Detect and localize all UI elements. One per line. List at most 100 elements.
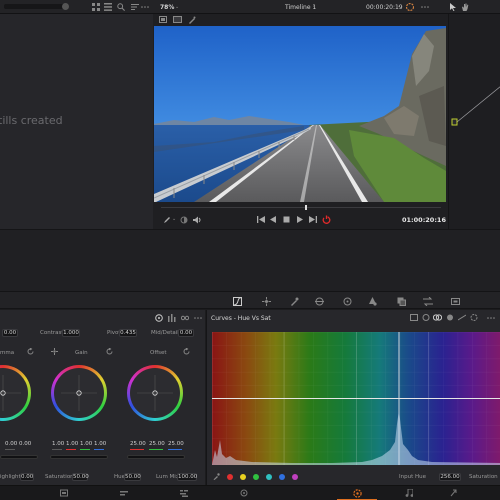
prev-frame-icon[interactable] [270,216,277,223]
color-wheel-icon[interactable] [406,3,414,11]
pen-chevron-icon[interactable]: ⌄ [172,216,176,222]
hue-sat-graph[interactable] [212,332,500,465]
gamma-wheel[interactable] [0,365,31,421]
hue-dot-cyan[interactable] [266,474,272,480]
more-icon[interactable] [421,3,429,11]
offset-value-b[interactable]: 25.00 [168,441,184,447]
chevron-down-icon[interactable]: ⌄ [175,4,179,10]
reset-gain-icon[interactable] [106,348,113,355]
hue-dot-green[interactable] [253,474,259,480]
warper-icon[interactable] [262,297,271,306]
wheels-more-icon[interactable] [194,314,202,322]
deliver-icon[interactable] [450,489,458,497]
qualifier-icon[interactable] [290,297,299,306]
clip-slider[interactable] [4,4,64,9]
temp-value[interactable]: 0.00 [2,329,18,337]
sizing-icon[interactable] [423,297,433,306]
gain-value-g[interactable]: 1.00 [80,441,92,447]
lum-mix-value[interactable]: 100.00 [177,473,197,481]
grid-view-icon[interactable] [92,3,100,11]
offset-value-g[interactable]: 25.00 [149,441,165,447]
curve-huesat-icon[interactable] [433,314,442,321]
playhead[interactable] [305,205,307,210]
curve-satsat-icon[interactable] [470,314,478,321]
fusion-icon[interactable] [240,489,248,497]
gain-value-y[interactable]: 1.00 [52,441,64,447]
key-icon[interactable] [397,297,406,306]
window-icon[interactable] [315,297,324,306]
offset-value-r[interactable]: 25.00 [130,441,146,447]
loop-icon[interactable] [322,215,331,224]
input-hue-label: Input Hue [399,474,426,480]
gain-value-b[interactable]: 1.00 [94,441,106,447]
search-icon[interactable] [117,3,125,11]
highlights-value[interactable]: 0.00 [20,473,34,481]
node-editor[interactable] [448,14,500,229]
pointer-icon[interactable] [449,3,457,11]
gain-master-slider[interactable] [50,455,108,459]
brightness-icon[interactable] [180,216,188,224]
tracker-icon[interactable] [343,297,352,306]
timeline-chevron-icon[interactable]: ⌄ [312,3,316,9]
pivot-value[interactable]: 0.435 [119,329,137,337]
eyedropper-icon[interactable] [213,473,220,480]
gamma-value-2[interactable]: 0.00 [19,441,31,447]
reset-gamma-icon[interactable] [27,348,34,355]
blur-icon[interactable] [368,297,377,306]
gallery-empty-text: tills created [0,114,63,127]
gain-wheel[interactable] [51,365,107,421]
page-navigation-bar [0,485,500,500]
fairlight-icon[interactable] [405,489,413,497]
curves-more-icon[interactable] [487,314,495,322]
scrub-track[interactable] [161,207,441,208]
mid-detail-value[interactable]: 0.00 [178,329,194,337]
link-icon[interactable] [51,348,58,355]
offset-wheel[interactable] [127,365,183,421]
first-frame-icon[interactable] [257,216,265,223]
sort-icon[interactable] [131,3,139,11]
split-view-icon[interactable] [173,16,182,23]
viewer-mode-icon[interactable] [159,16,167,23]
input-hue-value[interactable]: 256.00 [439,473,461,481]
slider-knob[interactable] [62,3,69,10]
hue-value[interactable]: 50.00 [124,473,141,481]
zoom-level[interactable]: 78% [160,4,174,11]
curve-custom-icon[interactable] [410,314,418,321]
color-icon[interactable] [353,489,362,498]
gain-g-line [80,449,90,450]
play-icon[interactable] [296,216,303,223]
hand-icon[interactable] [461,3,469,11]
stop-icon[interactable] [283,216,290,223]
curves-icon[interactable] [233,297,242,306]
timecode-chevron-icon[interactable]: ⌄ [397,3,401,9]
edit-icon[interactable] [180,489,188,497]
gamma-master-slider[interactable] [0,455,38,459]
gain-value-r[interactable]: 1.00 [66,441,78,447]
contrast-value[interactable]: 1.000 [62,329,80,337]
more-options-icon[interactable] [141,3,149,11]
bars-icon[interactable] [168,314,176,322]
cut-icon[interactable] [120,489,128,497]
highlight-icon[interactable] [188,16,196,24]
gamma-value-1[interactable]: 0.00 [5,441,17,447]
hue-dot-red[interactable] [227,474,233,480]
pen-tool-icon[interactable] [163,216,171,224]
curve-huelum-icon[interactable] [446,314,454,321]
audio-icon[interactable] [193,216,202,224]
hue-dot-blue[interactable] [279,474,285,480]
hue-dot-yellow[interactable] [240,474,246,480]
reset-offset-icon[interactable] [183,348,190,355]
media-icon[interactable] [60,489,68,497]
offset-master-slider[interactable] [127,455,185,459]
hue-dot-magenta[interactable] [292,474,298,480]
3d-icon[interactable] [451,297,460,306]
next-frame-icon[interactable] [309,216,317,223]
curve-lumsat-icon[interactable] [458,314,466,321]
color-page-tab[interactable] [337,486,377,500]
curve-huehue-icon[interactable] [422,314,430,321]
curves-mode-chevron-icon[interactable]: ⌄ [267,314,271,320]
saturation-value[interactable]: 50.00 [72,473,89,481]
list-view-icon[interactable] [104,3,112,11]
log-wheels-icon[interactable] [181,314,189,322]
primaries-icon[interactable] [155,314,163,322]
